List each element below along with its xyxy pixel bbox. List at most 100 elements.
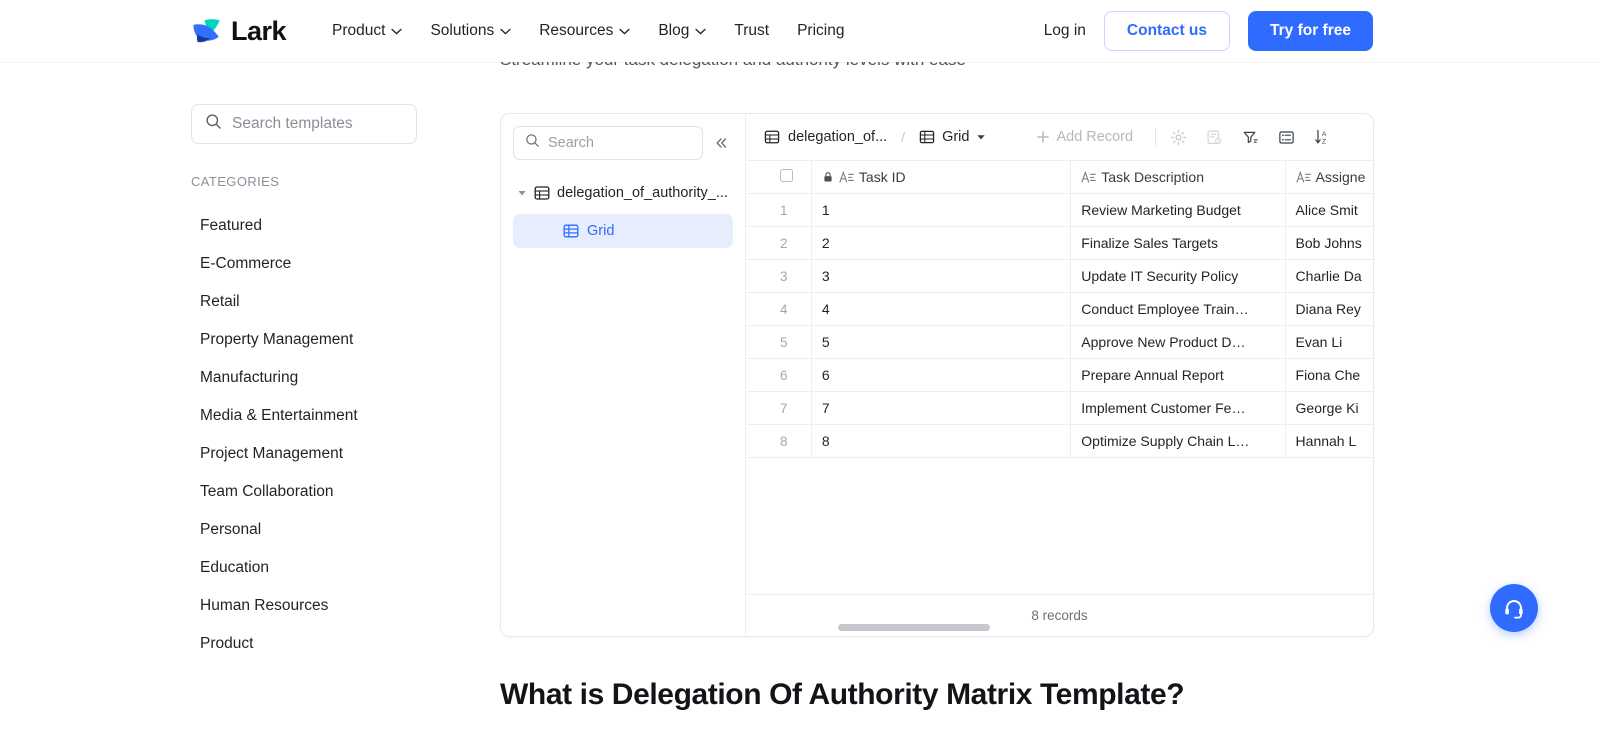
- toolbar-file-name[interactable]: delegation_of...: [758, 125, 893, 149]
- nav-label-solutions: Solutions: [430, 22, 495, 39]
- lark-logo[interactable]: Lark: [191, 15, 287, 47]
- cell-task-id[interactable]: 8: [811, 424, 1072, 458]
- column-label-task-id: Task ID: [858, 169, 906, 185]
- table-row[interactable]: 5 5 Approve New Product D… Evan Li: [746, 325, 1373, 359]
- row-number-cell[interactable]: 4: [746, 292, 812, 326]
- cell-assignee[interactable]: Fiona Che: [1285, 358, 1373, 392]
- form-settings-icon[interactable]: [1204, 127, 1224, 147]
- support-button[interactable]: [1490, 584, 1538, 632]
- table-row[interactable]: 8 8 Optimize Supply Chain L… Hannah L: [746, 424, 1373, 458]
- row-number-cell[interactable]: 2: [746, 226, 812, 260]
- try-for-free-button[interactable]: Try for free: [1248, 11, 1373, 51]
- tree-table-node[interactable]: delegation_of_authority_...: [513, 180, 733, 206]
- row-number-cell[interactable]: 3: [746, 259, 812, 293]
- row-height-icon[interactable]: [1276, 127, 1296, 147]
- sidebar-item-e-commerce[interactable]: E-Commerce: [191, 245, 417, 283]
- table-row[interactable]: 4 4 Conduct Employee Train… Diana Rey: [746, 292, 1373, 326]
- chevron-down-icon: [977, 135, 986, 140]
- chevron-down-icon: [500, 28, 511, 34]
- toolbar-file-label: delegation_of...: [788, 129, 888, 145]
- filter-icon[interactable]: [1240, 127, 1260, 147]
- collapse-sidebar-button[interactable]: [709, 131, 733, 155]
- sidebar-item-featured[interactable]: Featured: [191, 207, 417, 245]
- cell-task-id[interactable]: 2: [811, 226, 1072, 260]
- record-count-label: 8 records: [1031, 608, 1088, 623]
- cell-assignee[interactable]: Diana Rey: [1285, 292, 1373, 326]
- cell-task-description[interactable]: Update IT Security Policy: [1070, 259, 1286, 293]
- cell-task-description[interactable]: Conduct Employee Train…: [1070, 292, 1286, 326]
- cell-assignee[interactable]: Alice Smit: [1285, 193, 1373, 227]
- sidebar-item-retail[interactable]: Retail: [191, 283, 417, 321]
- nav-item-blog[interactable]: Blog: [644, 14, 720, 48]
- cell-task-description[interactable]: Prepare Annual Report: [1070, 358, 1286, 392]
- cell-task-description[interactable]: Finalize Sales Targets: [1070, 226, 1286, 260]
- cell-task-description[interactable]: Implement Customer Fe…: [1070, 391, 1286, 425]
- cell-assignee[interactable]: Bob Johns: [1285, 226, 1373, 260]
- table-row[interactable]: 6 6 Prepare Annual Report Fiona Che: [746, 358, 1373, 392]
- cell-task-id[interactable]: 3: [811, 259, 1072, 293]
- nav-item-resources[interactable]: Resources: [525, 14, 644, 48]
- nav-label-trust: Trust: [734, 22, 770, 39]
- nav-item-trust[interactable]: Trust: [720, 14, 783, 48]
- row-number-cell[interactable]: 8: [746, 424, 812, 458]
- sidebar-item-team-collaboration[interactable]: Team Collaboration: [191, 473, 417, 511]
- lark-logo-text: Lark: [231, 15, 287, 46]
- nav-item-solutions[interactable]: Solutions: [416, 14, 525, 48]
- column-label-task-description: Task Description: [1101, 169, 1204, 185]
- cell-task-id[interactable]: 5: [811, 325, 1072, 359]
- toolbar-divider: [1155, 128, 1157, 146]
- templates-sidebar: Search templates CATEGORIES Featured E-C…: [191, 104, 417, 663]
- base-search-input[interactable]: Search: [513, 126, 703, 160]
- categories-label: CATEGORIES: [191, 174, 280, 189]
- cell-task-id[interactable]: 6: [811, 358, 1072, 392]
- sidebar-item-media-entertainment[interactable]: Media & Entertainment: [191, 397, 417, 435]
- column-header-assignee[interactable]: Assigne: [1285, 160, 1373, 194]
- table-head: Task ID Task Description Assigne: [746, 160, 1373, 194]
- nav-item-product[interactable]: Product: [318, 14, 416, 48]
- base-search-placeholder: Search: [548, 135, 594, 151]
- cell-assignee[interactable]: George Ki: [1285, 391, 1373, 425]
- table-icon: [534, 186, 550, 200]
- cell-assignee[interactable]: Hannah L: [1285, 424, 1373, 458]
- sidebar-item-property-management[interactable]: Property Management: [191, 321, 417, 359]
- sidebar-item-human-resources[interactable]: Human Resources: [191, 587, 417, 625]
- table-row[interactable]: 1 1 Review Marketing Budget Alice Smit: [746, 193, 1373, 227]
- row-number-cell[interactable]: 6: [746, 358, 812, 392]
- grid-toolbar: delegation_of... / Grid Add Record A Z: [746, 114, 1373, 160]
- table-body: 1 1 Review Marketing Budget Alice Smit 2…: [746, 193, 1373, 458]
- cell-task-description[interactable]: Review Marketing Budget: [1070, 193, 1286, 227]
- cell-task-description[interactable]: Optimize Supply Chain L…: [1070, 424, 1286, 458]
- tree-view-grid[interactable]: Grid: [513, 214, 733, 248]
- sidebar-item-education[interactable]: Education: [191, 549, 417, 587]
- contact-us-button[interactable]: Contact us: [1103, 11, 1231, 51]
- sort-az-icon[interactable]: A Z: [1312, 127, 1332, 147]
- table-row[interactable]: 2 2 Finalize Sales Targets Bob Johns: [746, 226, 1373, 260]
- cell-assignee[interactable]: Evan Li: [1285, 325, 1373, 359]
- row-number-cell[interactable]: 1: [746, 193, 812, 227]
- sidebar-item-personal[interactable]: Personal: [191, 511, 417, 549]
- sidebar-item-project-management[interactable]: Project Management: [191, 435, 417, 473]
- cell-assignee[interactable]: Charlie Da: [1285, 259, 1373, 293]
- cell-task-id[interactable]: 4: [811, 292, 1072, 326]
- row-number-cell[interactable]: 7: [746, 391, 812, 425]
- add-record-button[interactable]: Add Record: [1026, 125, 1143, 149]
- cell-task-id[interactable]: 7: [811, 391, 1072, 425]
- login-link[interactable]: Log in: [1044, 22, 1086, 40]
- column-header-task-id[interactable]: Task ID: [811, 160, 1072, 194]
- table-row[interactable]: 7 7 Implement Customer Fe… George Ki: [746, 391, 1373, 425]
- search-icon: [525, 133, 540, 153]
- sidebar-item-product[interactable]: Product: [191, 625, 417, 663]
- search-templates-input[interactable]: Search templates: [191, 104, 417, 144]
- cell-task-description[interactable]: Approve New Product D…: [1070, 325, 1286, 359]
- nav-item-pricing[interactable]: Pricing: [783, 14, 858, 48]
- top-navigation-bar: Lark Product Solutions Resources Blog Tr…: [0, 0, 1600, 62]
- gear-icon[interactable]: [1168, 127, 1188, 147]
- select-all-checkbox[interactable]: [780, 169, 793, 182]
- column-header-task-description[interactable]: Task Description: [1070, 160, 1286, 194]
- table-row[interactable]: 3 3 Update IT Security Policy Charlie Da: [746, 259, 1373, 293]
- row-number-cell[interactable]: 5: [746, 325, 812, 359]
- cell-task-id[interactable]: 1: [811, 193, 1072, 227]
- sidebar-item-manufacturing[interactable]: Manufacturing: [191, 359, 417, 397]
- toolbar-view-selector[interactable]: Grid: [913, 125, 992, 149]
- horizontal-scrollbar[interactable]: [838, 624, 990, 631]
